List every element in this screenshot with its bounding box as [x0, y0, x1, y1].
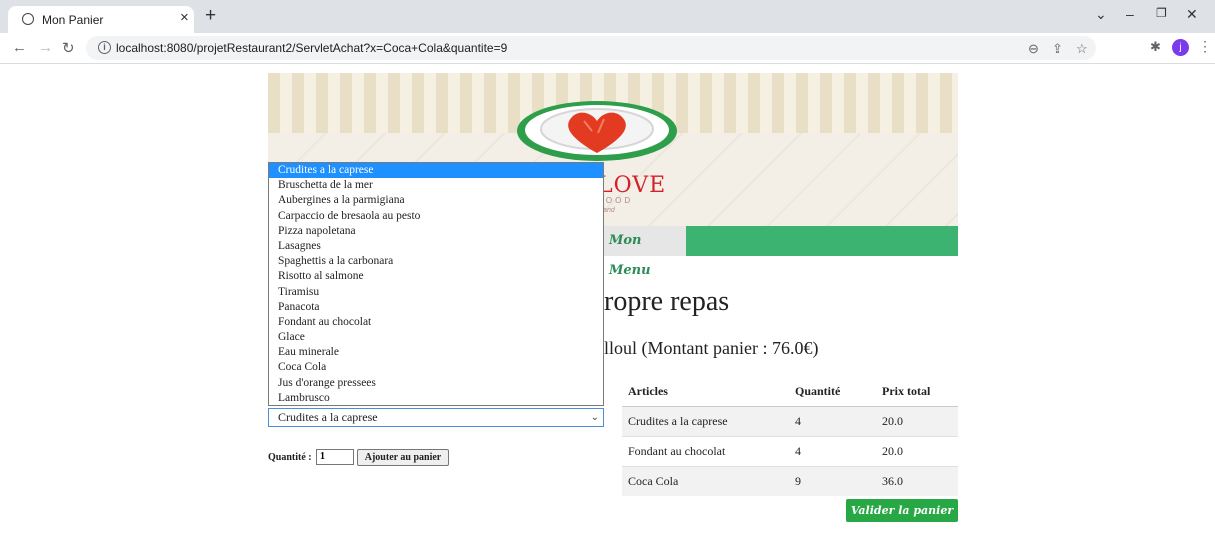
cell-prix: 20.0 [876, 406, 958, 437]
url-text[interactable]: localhost:8080/projetRestaurant2/Servlet… [116, 41, 507, 55]
minimize-icon[interactable]: – [1126, 6, 1134, 22]
new-tab-button[interactable]: + [205, 6, 216, 25]
close-tab-icon[interactable]: × [180, 10, 189, 26]
col-quantite: Quantité [789, 377, 876, 407]
heart-logo-icon [517, 101, 677, 161]
dropdown-option[interactable]: Lasagnes [269, 239, 603, 254]
dropdown-option[interactable]: Tiramisu [269, 285, 603, 300]
dropdown-option[interactable]: Fondant au chocolat [269, 315, 603, 330]
zoom-icon[interactable]: ⊖ [1028, 41, 1039, 57]
cell-quantite: 9 [789, 466, 876, 496]
info-icon[interactable]: i [98, 41, 111, 54]
col-articles: Articles [622, 377, 789, 407]
cell-article: Crudites a la caprese [622, 406, 789, 437]
dish-select-value: Crudites a la caprese [278, 410, 378, 424]
add-to-cart-button[interactable]: Ajouter au panier [357, 449, 449, 466]
table-row: Coca Cola 9 36.0 [622, 466, 958, 496]
dropdown-option[interactable]: Coca Cola [269, 360, 603, 375]
chevron-down-icon: ⌄ [590, 412, 599, 423]
reload-icon[interactable]: ↻ [62, 39, 75, 57]
share-icon[interactable]: ⇪ [1052, 41, 1063, 57]
avatar[interactable]: j [1172, 39, 1189, 56]
table-row: Crudites a la caprese 4 20.0 [622, 406, 958, 437]
quantity-input[interactable]: 1 [316, 449, 354, 465]
dropdown-option[interactable]: Panacota [269, 300, 603, 315]
tab-search-chevron-icon[interactable]: ⌄ [1095, 6, 1107, 23]
browser-tab[interactable]: Mon Panier × [8, 6, 194, 33]
cart-header-row: Articles Quantité Prix total [622, 377, 958, 407]
dropdown-option[interactable]: Glace [269, 330, 603, 345]
extensions-icon[interactable]: ✱ [1150, 39, 1161, 55]
more-menu-icon[interactable]: ⋮ [1198, 38, 1212, 55]
cell-quantite: 4 [789, 436, 876, 467]
cart-summary: lloul (Montant panier : 76.0€) [604, 338, 819, 358]
close-window-icon[interactable]: ✕ [1186, 6, 1198, 23]
dropdown-option[interactable]: Spaghettis a la carbonara [269, 254, 603, 269]
dish-select[interactable]: Crudites a la caprese ⌄ [268, 408, 604, 427]
cell-article: Fondant au chocolat [622, 436, 789, 467]
cell-article: Coca Cola [622, 466, 789, 496]
cell-quantite: 4 [789, 406, 876, 437]
globe-icon [22, 13, 34, 25]
omnibox[interactable]: i localhost:8080/projetRestaurant2/Servl… [86, 36, 1096, 60]
table-row: Fondant au chocolat 4 20.0 [622, 436, 958, 467]
cell-prix: 36.0 [876, 466, 958, 496]
tab-bar: Mon Panier × + ⌄ – ❐ ✕ [0, 0, 1215, 33]
dropdown-option[interactable]: Eau minerale [269, 345, 603, 360]
tab-title: Mon Panier [42, 13, 104, 27]
dropdown-option[interactable]: Crudites a la caprese [269, 163, 603, 179]
quantity-label: Quantité : [268, 452, 312, 463]
dropdown-option[interactable]: Aubergines a la parmigiana [269, 193, 603, 208]
dropdown-option[interactable]: Lambrusco [269, 391, 603, 406]
cart-table: Articles Quantité Prix total Crudites a … [622, 377, 958, 496]
restore-icon[interactable]: ❐ [1156, 6, 1167, 20]
page-heading: ropre repas [604, 286, 730, 317]
star-icon[interactable]: ☆ [1076, 41, 1088, 57]
col-prix-total: Prix total [876, 377, 958, 407]
logo-text: LOVE [598, 173, 667, 198]
dropdown-option[interactable]: Bruschetta de la mer [269, 178, 603, 193]
forward-icon[interactable]: → [38, 39, 53, 56]
validate-cart-button[interactable]: Valider la panier ➔ [846, 499, 958, 540]
dropdown-option[interactable]: Carpaccio de bresaola au pesto [269, 209, 603, 224]
cell-prix: 20.0 [876, 436, 958, 467]
dropdown-option[interactable]: Risotto al salmone [269, 269, 603, 284]
address-bar: ← → ↻ i localhost:8080/projetRestaurant2… [0, 33, 1215, 64]
dish-dropdown-list[interactable]: Crudites a la caprese Bruschetta de la m… [268, 162, 604, 406]
back-icon[interactable]: ← [12, 39, 27, 56]
nav-mon-menu[interactable]: Mon Menu [601, 226, 686, 278]
dropdown-option[interactable]: Pizza napoletana [269, 224, 603, 239]
dropdown-option[interactable]: Jus d'orange pressees [269, 376, 603, 391]
